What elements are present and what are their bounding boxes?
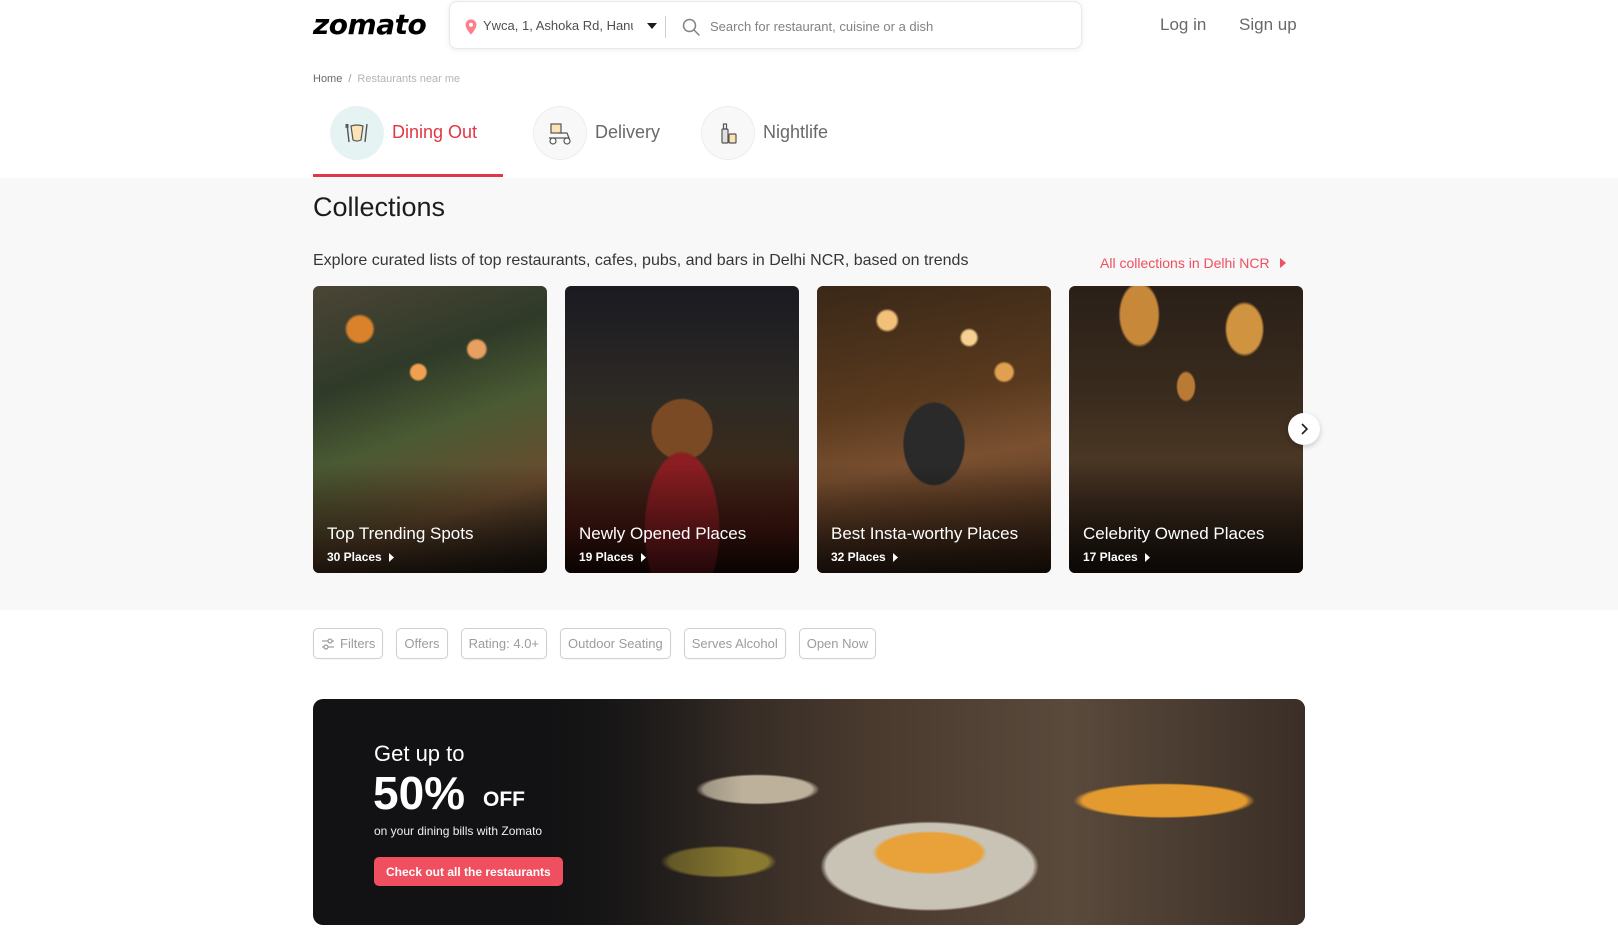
- card-title: Celebrity Owned Places: [1083, 524, 1265, 543]
- chevron-down-icon[interactable]: [645, 19, 659, 33]
- collection-card[interactable]: Celebrity Owned Places 17 Places: [1069, 286, 1303, 573]
- card-count: 17 Places: [1083, 550, 1150, 564]
- search-input[interactable]: [710, 10, 1070, 42]
- location-input[interactable]: Ywca, 1, Ashoka Rd, Hanu: [483, 18, 633, 33]
- banner-off: OFF: [483, 788, 525, 811]
- banner-fade: [523, 699, 743, 925]
- collection-card[interactable]: Best Insta-worthy Places 32 Places: [817, 286, 1051, 573]
- offer-banner: Get up to 50% OFF on your dining bills w…: [313, 699, 1305, 925]
- location-pin-icon: [465, 19, 477, 35]
- all-collections-link[interactable]: All collections in Delhi NCR: [1100, 255, 1286, 271]
- banner-discount: 50%: [373, 767, 466, 819]
- card-count-text: 30 Places: [327, 550, 382, 564]
- breadcrumb-home[interactable]: Home: [313, 73, 342, 85]
- filter-rating[interactable]: Rating: 4.0+: [460, 628, 548, 659]
- tab-label: Nightlife: [763, 122, 829, 142]
- collection-card[interactable]: Newly Opened Places 19 Places: [565, 286, 799, 573]
- collections-title: Collections: [313, 192, 446, 222]
- card-count-text: 19 Places: [579, 550, 634, 564]
- check-out-restaurants-button[interactable]: Check out all the restaurants: [374, 857, 563, 886]
- collections-subtitle: Explore curated lists of top restaurants…: [313, 252, 969, 269]
- chevron-right-icon: [1301, 423, 1309, 435]
- tab-label: Delivery: [595, 122, 661, 142]
- collection-cards: Top Trending Spots 30 Places Newly Opene…: [313, 286, 1303, 573]
- filter-offers[interactable]: Offers: [396, 628, 448, 659]
- caret-right-icon: [892, 552, 898, 562]
- tab-delivery[interactable]: Delivery: [533, 106, 660, 178]
- filter-serves-alcohol[interactable]: Serves Alcohol: [683, 628, 786, 659]
- caret-right-icon: [640, 552, 646, 562]
- card-count: 30 Places: [327, 550, 394, 564]
- card-count-text: 17 Places: [1083, 550, 1138, 564]
- filters-button[interactable]: Filters: [313, 628, 384, 659]
- breadcrumb-current: Restaurants near me: [357, 73, 461, 85]
- filter-open-now[interactable]: Open Now: [798, 628, 877, 659]
- zomato-logo[interactable]: zomato: [313, 8, 427, 41]
- filter-label: Outdoor Seating: [568, 636, 663, 651]
- breadcrumb-separator: /: [348, 73, 352, 85]
- login-link[interactable]: Log in: [1160, 15, 1206, 35]
- caret-right-icon: [1279, 258, 1286, 268]
- nightlife-icon: [701, 106, 755, 160]
- header: zomato Ywca, 1, Ashoka Rd, Hanu Log in S…: [0, 0, 1618, 56]
- filter-bar: Filters Offers Rating: 4.0+ Outdoor Seat…: [313, 628, 877, 660]
- caret-right-icon: [388, 552, 394, 562]
- category-tabs: Dining Out Delivery Nightlife: [313, 102, 1313, 178]
- active-tab-indicator: [313, 174, 503, 177]
- dining-icon: [330, 106, 384, 160]
- collection-card[interactable]: Top Trending Spots 30 Places: [313, 286, 547, 573]
- all-collections-label: All collections in Delhi NCR: [1100, 255, 1270, 271]
- card-title: Best Insta-worthy Places: [831, 524, 1019, 543]
- tab-nightlife[interactable]: Nightlife: [701, 106, 828, 178]
- carousel-next-button[interactable]: [1288, 413, 1320, 445]
- filter-label: Offers: [404, 636, 440, 651]
- sliders-icon: [322, 637, 334, 650]
- filter-label: Filters: [340, 636, 376, 651]
- search-bar: Ywca, 1, Ashoka Rd, Hanu: [449, 1, 1082, 49]
- delivery-icon: [533, 106, 587, 160]
- breadcrumb: Home / Restaurants near me: [313, 73, 460, 85]
- card-count: 32 Places: [831, 550, 898, 564]
- caret-right-icon: [1144, 552, 1150, 562]
- signup-link[interactable]: Sign up: [1239, 15, 1297, 35]
- filter-outdoor-seating[interactable]: Outdoor Seating: [560, 628, 671, 659]
- filter-label: Open Now: [806, 636, 869, 651]
- card-count: 19 Places: [579, 550, 646, 564]
- filter-label: Rating: 4.0+: [468, 636, 540, 651]
- collections-section: Collections Explore curated lists of top…: [0, 178, 1618, 610]
- banner-headline: Get up to: [374, 741, 465, 766]
- tab-dining-out[interactable]: Dining Out: [330, 106, 477, 178]
- card-title: Top Trending Spots: [327, 524, 474, 543]
- card-count-text: 32 Places: [831, 550, 886, 564]
- tab-label: Dining Out: [392, 122, 478, 142]
- search-divider: [665, 16, 666, 38]
- banner-subtext: on your dining bills with Zomato: [374, 824, 543, 838]
- card-title: Newly Opened Places: [579, 524, 747, 543]
- filter-label: Serves Alcohol: [691, 636, 778, 651]
- search-icon: [682, 18, 700, 36]
